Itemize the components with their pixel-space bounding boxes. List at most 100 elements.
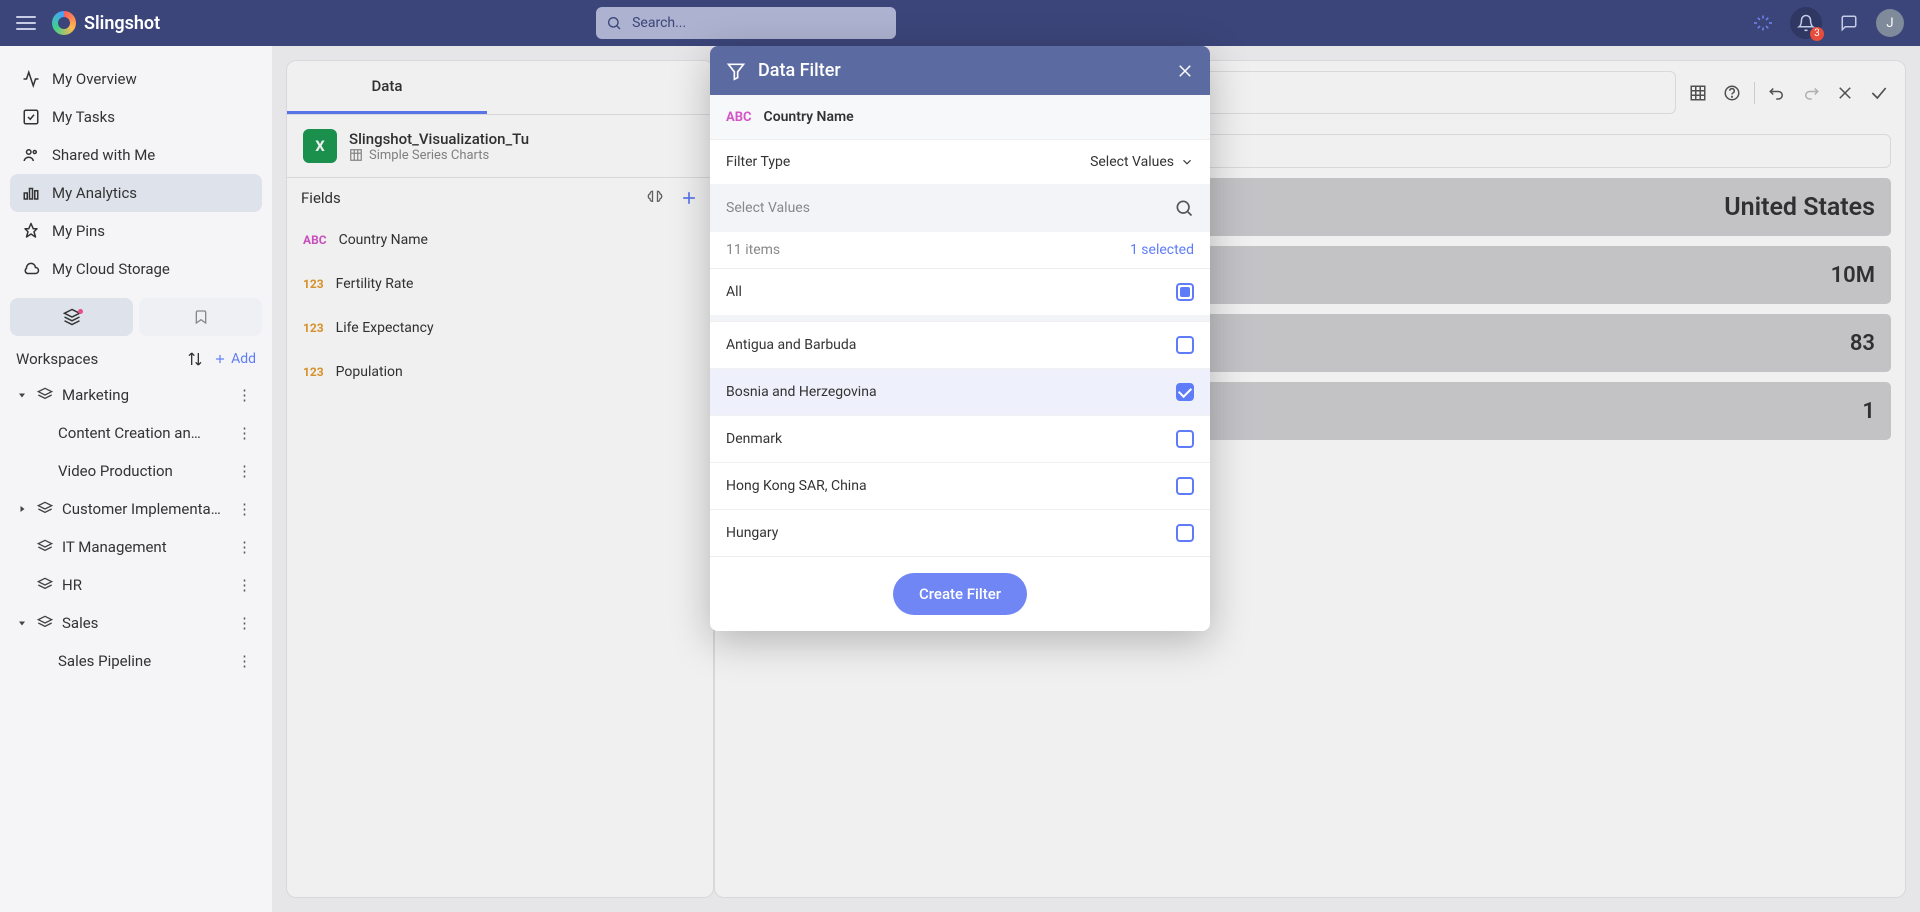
more-icon[interactable]: ⋮ [233,614,256,632]
modal-title: Data Filter [758,60,841,81]
redo-icon[interactable] [1799,81,1823,105]
value-label: Denmark [726,431,782,447]
sidebar-item-tasks[interactable]: My Tasks [10,98,262,136]
brand-logo[interactable]: Slingshot [52,11,160,35]
layers-icon [36,577,54,593]
sidebar-item-label: My Pins [52,222,105,240]
brain-icon[interactable] [645,188,665,208]
workspace-item-marketing[interactable]: Marketing ⋮ [10,376,262,414]
workspace-child-video[interactable]: Video Production ⋮ [58,452,262,490]
checkbox-checked-icon[interactable] [1176,383,1194,401]
field-population[interactable]: 123 Population [287,350,713,394]
select-values-label: Select Values [726,200,810,216]
workspace-item-it[interactable]: IT Management ⋮ [10,528,262,566]
more-icon[interactable]: ⋮ [233,500,256,518]
more-icon[interactable]: ⋮ [233,424,256,442]
value-item[interactable]: Bosnia and Herzegovina [710,368,1210,415]
layers-toggle-button[interactable] [10,298,133,336]
workspace-label: Sales Pipeline [58,652,225,670]
sidebar-item-label: My Tasks [52,108,115,126]
workspace-label: Marketing [62,386,225,404]
checkbox-icon[interactable] [1176,477,1194,495]
value-label: Hong Kong SAR, China [726,478,867,494]
more-icon[interactable]: ⋮ [233,652,256,670]
more-icon[interactable]: ⋮ [233,462,256,480]
bookmark-icon [193,309,209,325]
pulse-icon [22,70,40,88]
sidebar-item-cloud[interactable]: My Cloud Storage [10,250,262,288]
create-filter-button[interactable]: Create Filter [893,573,1027,615]
datasource-row[interactable]: X Slingshot_Visualization_Tu Simple Seri… [287,115,713,177]
filter-type-value: Select Values [1090,154,1174,170]
workspace-child-pipeline[interactable]: Sales Pipeline ⋮ [58,642,262,680]
search-icon[interactable] [1174,198,1194,218]
sparkle-icon[interactable] [1752,12,1774,34]
field-country-name[interactable]: ABC Country Name [287,218,713,262]
confirm-icon[interactable] [1867,81,1891,105]
tab-other[interactable] [487,61,713,114]
workspace-item-hr[interactable]: HR ⋮ [10,566,262,604]
filter-type-dropdown[interactable]: Select Values [1090,154,1194,170]
layers-icon [36,539,54,555]
help-icon[interactable] [1720,81,1744,105]
chevron-down-icon [16,389,28,401]
chat-icon[interactable] [1838,12,1860,34]
sidebar-item-label: Shared with Me [52,146,155,164]
workspace-item-sales[interactable]: Sales ⋮ [10,604,262,642]
hamburger-menu-icon[interactable] [16,16,36,30]
workspaces-label: Workspaces [16,350,98,368]
tab-data[interactable]: Data [287,61,487,114]
checkbox-icon[interactable] [1176,430,1194,448]
more-icon[interactable]: ⋮ [233,386,256,404]
items-count: 11 items [726,242,780,258]
value-label: Bosnia and Herzegovina [726,384,877,400]
cloud-icon [22,260,40,278]
grid-icon[interactable] [1686,81,1710,105]
people-icon [22,146,40,164]
workspace-label: HR [62,576,225,594]
workspace-item-customer[interactable]: Customer Implementa… ⋮ [10,490,262,528]
chevron-right-icon [16,503,28,515]
avatar[interactable]: J [1876,9,1904,37]
field-life-expectancy[interactable]: 123 Life Expectancy [287,306,713,350]
fields-label: Fields [301,189,341,207]
bookmark-toggle-button[interactable] [139,298,262,336]
field-label: Population [336,364,403,380]
chevron-down-icon [16,617,28,629]
add-label: Add [231,351,256,367]
value-item[interactable]: Hong Kong SAR, China [710,462,1210,509]
checkbox-icon[interactable] [1176,336,1194,354]
value-item[interactable]: Denmark [710,415,1210,462]
add-field-icon[interactable] [679,188,699,208]
sort-icon[interactable] [187,351,203,367]
sidebar-item-shared[interactable]: Shared with Me [10,136,262,174]
sidebar-item-analytics[interactable]: My Analytics [10,174,262,212]
value-label: All [726,284,742,300]
global-search[interactable] [596,7,896,39]
add-workspace-button[interactable]: Add [213,351,256,367]
field-type-badge: 123 [303,365,324,379]
chart-icon [22,184,40,202]
table-icon [349,148,363,162]
more-icon[interactable]: ⋮ [233,576,256,594]
checkbox-icon[interactable] [1176,524,1194,542]
sidebar-item-overview[interactable]: My Overview [10,60,262,98]
workspace-child-content[interactable]: Content Creation an… ⋮ [58,414,262,452]
value-item[interactable]: Antigua and Barbuda [710,321,1210,368]
value-item[interactable]: Hungary [710,509,1210,556]
checkbox-indeterminate-icon[interactable] [1176,283,1194,301]
sidebar-item-label: My Analytics [52,184,137,202]
sidebar-item-pins[interactable]: My Pins [10,212,262,250]
value-item-all[interactable]: All [710,268,1210,315]
layers-icon [36,387,54,403]
close-icon[interactable] [1176,62,1194,80]
notifications-button[interactable]: 3 [1790,7,1822,39]
field-fertility-rate[interactable]: 123 Fertility Rate [287,262,713,306]
topbar: Slingshot 3 J [0,0,1920,46]
search-input[interactable] [632,15,886,31]
undo-icon[interactable] [1765,81,1789,105]
field-type-badge: ABC [726,110,752,125]
sidebar-item-label: My Cloud Storage [52,260,170,278]
more-icon[interactable]: ⋮ [233,538,256,556]
close-icon[interactable] [1833,81,1857,105]
